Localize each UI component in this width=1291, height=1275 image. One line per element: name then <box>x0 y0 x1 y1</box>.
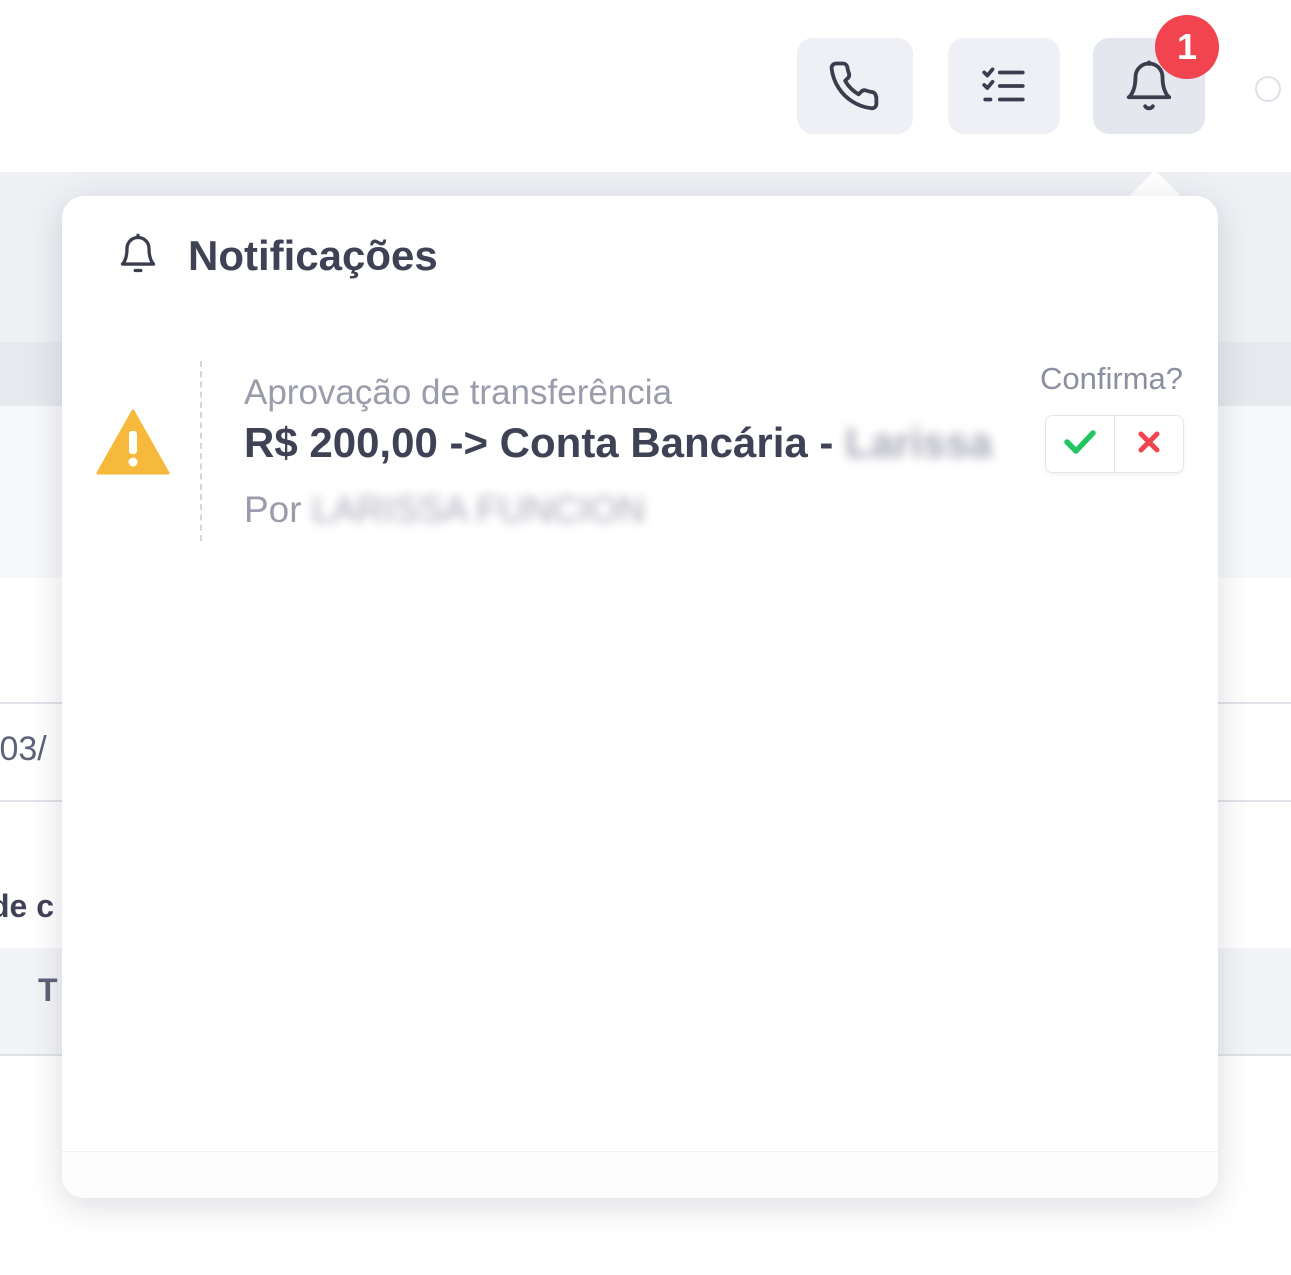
notification-message: R$ 200,00 -> Conta Bancária - Larissa <box>244 419 992 467</box>
top-bar: 1 <box>0 0 1291 172</box>
author-name: LARISSA FUNCION <box>311 489 645 530</box>
popup-arrow <box>1127 170 1183 198</box>
popup-header: Notificações <box>116 232 438 280</box>
phone-button[interactable] <box>797 38 913 134</box>
tasks-button[interactable] <box>948 38 1060 134</box>
notification-item: Aprovação de transferência R$ 200,00 -> … <box>96 361 1186 541</box>
bell-icon <box>116 232 160 280</box>
status-indicator[interactable] <box>1255 76 1281 102</box>
section-label-fragment: de c <box>0 888 55 924</box>
date-field-fragment: /03/ <box>0 730 47 768</box>
popup-title: Notificações <box>188 232 438 279</box>
approve-button[interactable] <box>1046 416 1114 472</box>
warning-icon <box>96 409 170 479</box>
phone-icon <box>828 59 882 113</box>
confirm-label: Confirma? <box>1040 361 1183 396</box>
transfer-description: R$ 200,00 -> Conta Bancária - <box>244 419 846 466</box>
confirm-button-group <box>1045 415 1184 473</box>
table-header-fragment: T <box>38 972 58 1008</box>
notification-subtitle: Aprovação de transferência <box>244 373 673 412</box>
account-holder-name: Larissa <box>845 419 993 466</box>
close-icon <box>1137 430 1161 458</box>
notification-count-badge: 1 <box>1155 15 1219 79</box>
reject-button[interactable] <box>1114 416 1183 472</box>
notification-author: Por LARISSA FUNCION <box>244 489 645 531</box>
author-prefix: Por <box>244 489 312 530</box>
checklist-icon <box>979 61 1029 111</box>
check-icon <box>1064 429 1096 459</box>
popup-footer <box>62 1151 1218 1198</box>
timeline-divider <box>200 361 202 541</box>
notifications-popup: Notificações Aprovação de transferência … <box>62 196 1218 1198</box>
